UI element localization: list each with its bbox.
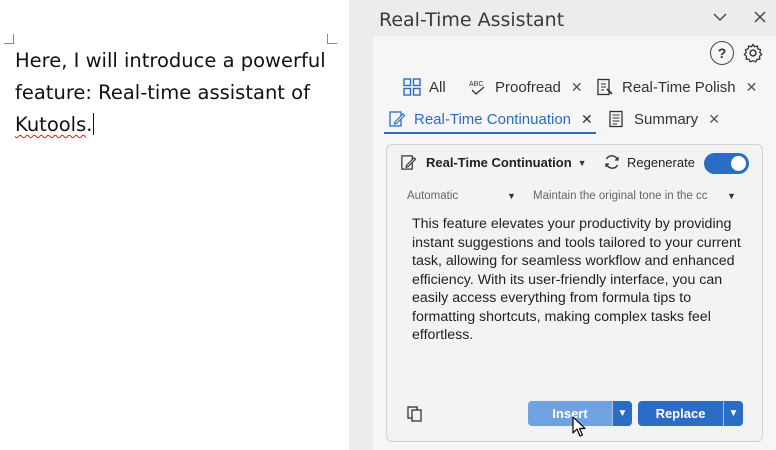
text-caret: [93, 113, 95, 135]
tab-real-time-continuation[interactable]: Real-Time Continuation ✕: [388, 106, 593, 132]
app-root: Here, I will introduce a powerful featur…: [0, 0, 776, 450]
gear-icon[interactable]: [741, 41, 765, 65]
grid-icon: [403, 78, 421, 96]
replace-button-group: Replace ▼: [638, 401, 743, 426]
mode-label: Real-Time Continuation: [426, 155, 572, 170]
chevron-down-icon: ▼: [577, 157, 587, 168]
tone-select[interactable]: Maintain the original tone in the cc: [533, 186, 733, 206]
continuation-card: Real-Time Continuation ▼ Regenerate Auto…: [386, 144, 763, 442]
regenerate-label: Regenerate: [627, 154, 695, 170]
insert-options-chevron-icon[interactable]: ▼: [612, 401, 632, 426]
abc-check-icon: ABC: [469, 78, 487, 96]
tab-all[interactable]: All: [403, 74, 446, 100]
tab-label: Real-Time Polish: [622, 78, 736, 96]
regenerate-button[interactable]: Regenerate: [603, 153, 695, 171]
tab-close-icon[interactable]: ✕: [746, 79, 758, 96]
document-canvas[interactable]: Here, I will introduce a powerful featur…: [0, 0, 349, 450]
pane-options-chevron-icon[interactable]: [709, 6, 731, 28]
refresh-icon: [603, 153, 621, 171]
document-paragraph[interactable]: Here, I will introduce a powerful featur…: [15, 45, 335, 141]
chevron-down-icon: ▼: [727, 191, 736, 201]
tab-label: Summary: [634, 110, 699, 128]
mode-dropdown[interactable]: Real-Time Continuation ▼: [400, 154, 587, 171]
tone-select-value: Maintain the original tone in the cc: [533, 190, 708, 202]
tab-close-icon[interactable]: ✕: [571, 79, 583, 96]
active-tab-indicator: [384, 132, 596, 134]
copy-icon[interactable]: [406, 405, 424, 428]
length-select-value: Automatic: [407, 190, 459, 202]
edit-doc-icon: [400, 154, 417, 171]
generated-text[interactable]: This feature elevates your productivity …: [412, 215, 752, 345]
margin-corner-top-left: [4, 34, 14, 44]
close-icon[interactable]: [749, 6, 771, 28]
tab-close-icon[interactable]: ✕: [581, 111, 593, 128]
toggle-knob: [731, 156, 746, 171]
tab-real-time-polish[interactable]: Real-Time Polish ✕: [596, 74, 757, 100]
pane-title: Real-Time Assistant: [379, 9, 565, 31]
document-text-end: .: [86, 113, 93, 136]
margin-corner-top-right: [327, 34, 337, 44]
replace-button[interactable]: Replace: [638, 401, 723, 426]
tab-label: Real-Time Continuation: [414, 110, 572, 128]
misspelled-word[interactable]: Kutools: [15, 113, 86, 136]
chevron-down-icon: ▼: [507, 191, 516, 201]
tab-label: Proofread: [495, 78, 561, 96]
tab-summary[interactable]: Summary ✕: [608, 106, 720, 132]
auto-toggle[interactable]: [704, 153, 749, 174]
edit-doc-icon: [388, 110, 406, 128]
replace-options-chevron-icon[interactable]: ▼: [723, 401, 743, 426]
help-icon[interactable]: ?: [710, 41, 734, 65]
tab-label: All: [429, 78, 446, 96]
tab-proofread[interactable]: ABC Proofread ✕: [469, 74, 583, 100]
length-select[interactable]: Automatic ▼: [407, 186, 517, 206]
svg-text:ABC: ABC: [469, 81, 483, 88]
insert-button[interactable]: Insert: [528, 401, 612, 426]
summary-doc-icon: [608, 110, 626, 128]
mouse-pointer-icon: [572, 416, 588, 443]
polish-doc-icon: [596, 78, 614, 96]
tab-close-icon[interactable]: ✕: [708, 111, 720, 128]
document-text: Here, I will introduce a powerful featur…: [15, 49, 326, 104]
